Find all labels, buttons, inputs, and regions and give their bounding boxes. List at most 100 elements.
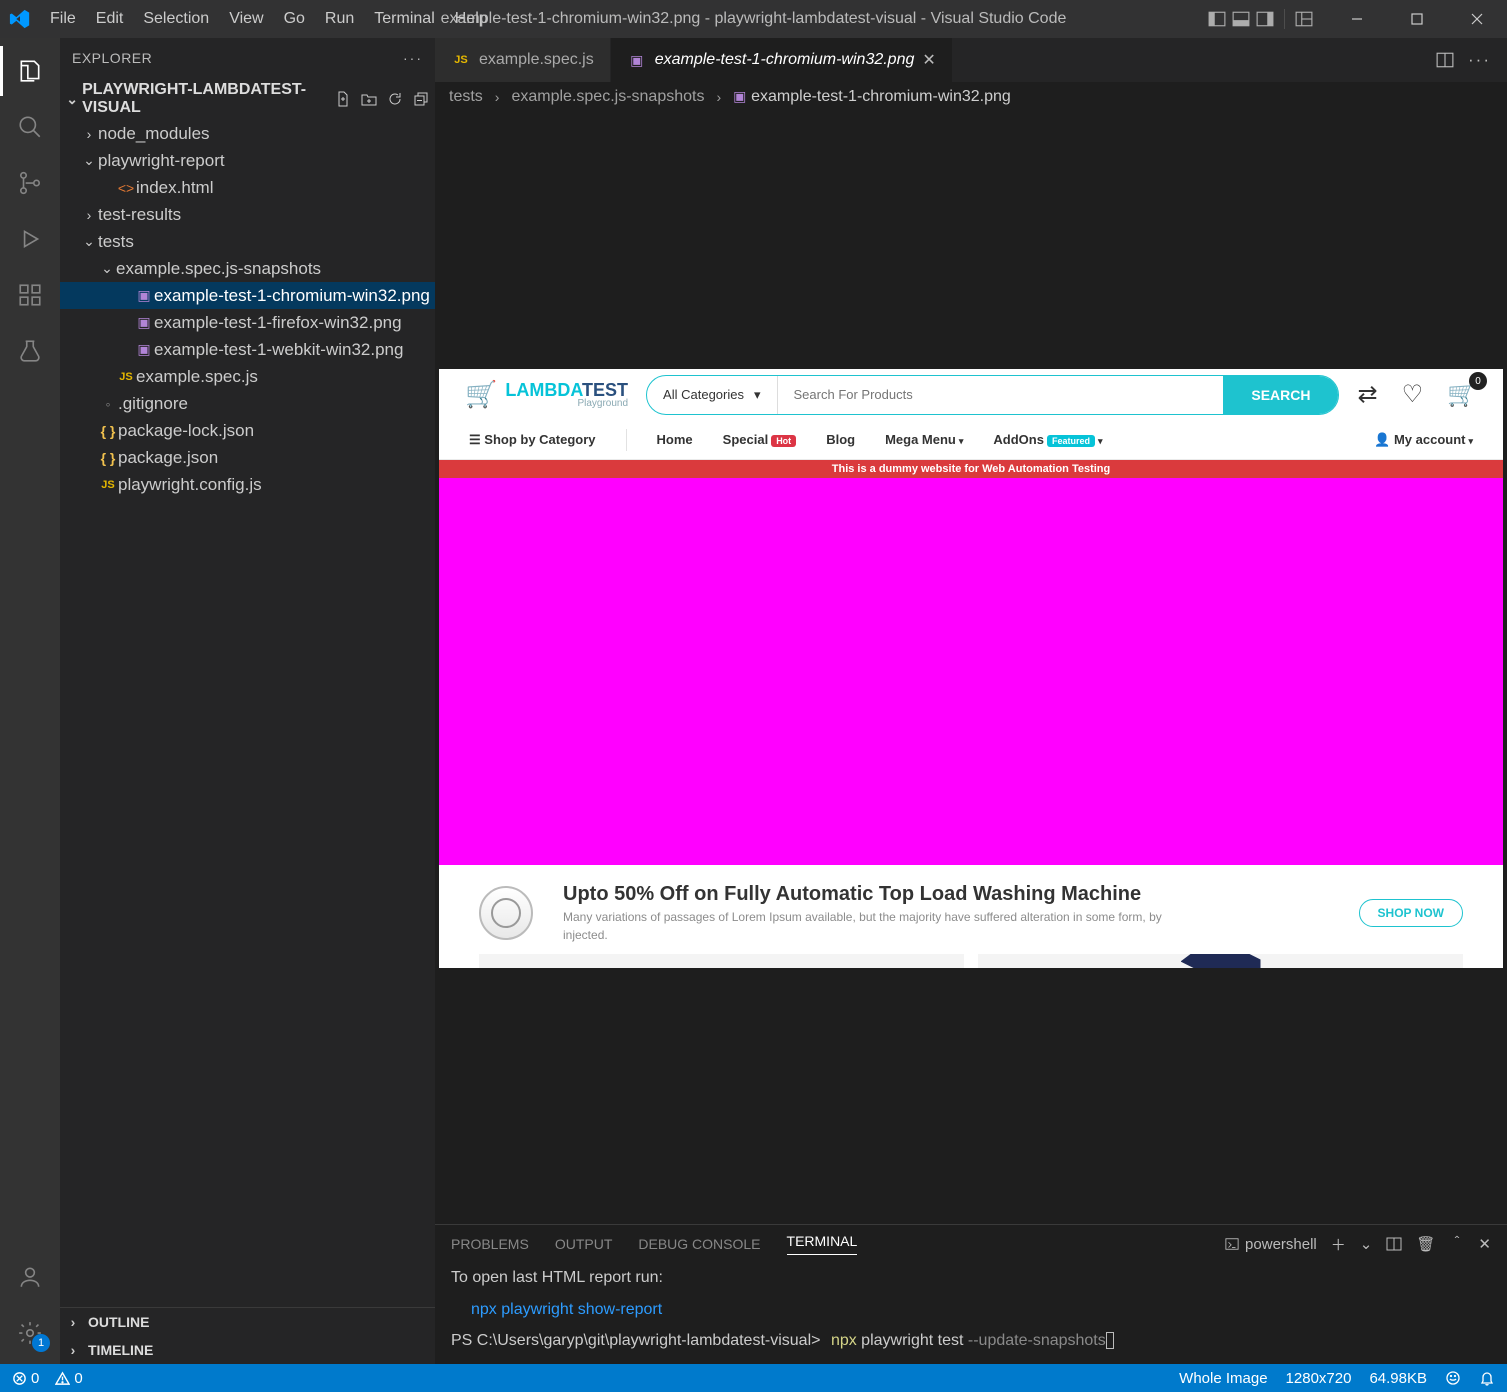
split-terminal-icon[interactable] <box>1386 1236 1402 1252</box>
layout-customize-icon[interactable] <box>1295 10 1313 28</box>
file-row[interactable]: ▣example-test-1-webkit-win32.png <box>60 336 435 363</box>
close-icon[interactable]: ✕ <box>922 50 935 70</box>
chevron-right-icon: › <box>716 89 721 105</box>
breadcrumbs[interactable]: tests › example.spec.js-snapshots › ▣exa… <box>435 82 1507 112</box>
more-actions-icon[interactable]: ··· <box>1468 50 1491 70</box>
folder-row[interactable]: ›node_modules <box>60 120 435 147</box>
kill-terminal-icon[interactable]: 🗑 <box>1416 1235 1435 1253</box>
breadcrumb-item[interactable]: example.spec.js-snapshots <box>511 88 704 106</box>
folder-name: node_modules <box>98 124 210 144</box>
status-errors[interactable]: 0 <box>12 1370 39 1387</box>
menu-selection[interactable]: Selection <box>133 10 219 28</box>
file-row[interactable]: ▣example-test-1-firefox-win32.png <box>60 309 435 336</box>
refresh-icon[interactable] <box>387 91 403 107</box>
file-tree[interactable]: ›node_modules⌄playwright-report<>index.h… <box>60 120 435 1307</box>
menu-run[interactable]: Run <box>315 10 364 28</box>
menu-edit[interactable]: Edit <box>86 10 134 28</box>
terminal-shell[interactable]: powershell <box>1225 1236 1317 1253</box>
terminal-output[interactable]: To open last HTML report run: npx playwr… <box>435 1263 1507 1364</box>
promo-title: Upto 50% Off on Fully Automatic Top Load… <box>563 883 1203 906</box>
new-file-icon[interactable] <box>335 91 351 107</box>
tab-snapshot-image[interactable]: ▣ example-test-1-chromium-win32.png ✕ <box>611 38 953 82</box>
timeline-section[interactable]: ›TIMELINE <box>60 1336 435 1364</box>
file-row[interactable]: ◦.gitignore <box>60 390 435 417</box>
folder-row[interactable]: ⌄playwright-report <box>60 147 435 174</box>
layout-sidebar-left-icon[interactable] <box>1208 10 1226 28</box>
category-select[interactable]: All Categories▾ <box>647 376 777 414</box>
new-folder-icon[interactable] <box>361 91 377 107</box>
window-maximize-icon[interactable] <box>1387 0 1447 38</box>
activity-explorer-icon[interactable] <box>0 46 60 96</box>
maximize-panel-icon[interactable]: ＾ <box>1449 1234 1464 1255</box>
nav-home[interactable]: Home <box>657 432 693 447</box>
nav-addons[interactable]: AddOnsFeatured▾ <box>993 432 1102 447</box>
chevron-down-icon: ⌄ <box>98 260 116 277</box>
image-preview-view: 🛒 LAMBDATESTPlayground All Categories▾ S… <box>435 112 1507 1224</box>
project-name: PLAYWRIGHT-LAMBDATEST-VISUAL <box>82 81 335 117</box>
chevron-down-icon: ⌄ <box>80 233 98 250</box>
outline-section[interactable]: ›OUTLINE <box>60 1308 435 1336</box>
tab-output[interactable]: OUTPUT <box>555 1236 613 1252</box>
new-terminal-icon[interactable]: ＋ <box>1331 1234 1346 1255</box>
status-whole-image[interactable]: Whole Image <box>1179 1370 1267 1387</box>
file-row[interactable]: JSexample.spec.js <box>60 363 435 390</box>
file-row[interactable]: { }package-lock.json <box>60 417 435 444</box>
file-row[interactable]: { }package.json <box>60 444 435 471</box>
cart-count: 0 <box>1469 372 1487 390</box>
activity-search-icon[interactable] <box>0 102 60 152</box>
project-header[interactable]: ⌄ PLAYWRIGHT-LAMBDATEST-VISUAL <box>60 78 435 120</box>
layout-sidebar-right-icon[interactable] <box>1256 10 1274 28</box>
activity-settings-icon[interactable]: 1 <box>0 1308 60 1358</box>
status-feedback-icon[interactable] <box>1445 1370 1461 1386</box>
chevron-down-icon: ⌄ <box>80 152 98 169</box>
menu-file[interactable]: File <box>40 10 86 28</box>
nav-special[interactable]: SpecialHot <box>723 432 797 447</box>
terminal-dropdown-icon[interactable]: ⌄ <box>1360 1235 1373 1253</box>
activity-run-debug-icon[interactable] <box>0 214 60 264</box>
settings-badge: 1 <box>32 1334 50 1352</box>
file-row[interactable]: JSplaywright.config.js <box>60 471 435 498</box>
window-minimize-icon[interactable] <box>1327 0 1387 38</box>
split-editor-icon[interactable] <box>1436 51 1454 69</box>
collapse-all-icon[interactable] <box>413 91 429 107</box>
breadcrumb-item[interactable]: ▣example-test-1-chromium-win32.png <box>733 88 1011 106</box>
layout-panel-icon[interactable] <box>1232 10 1250 28</box>
search-input[interactable] <box>778 387 1224 402</box>
activity-accounts-icon[interactable] <box>0 1252 60 1302</box>
status-file-size[interactable]: 64.98KB <box>1369 1370 1427 1387</box>
nav-shop-category[interactable]: ☰ Shop by Category <box>469 432 596 448</box>
tab-terminal[interactable]: TERMINAL <box>787 1233 858 1255</box>
wishlist-icon[interactable]: ♡ <box>1402 380 1424 409</box>
visual-diff-region <box>439 478 1503 865</box>
folder-row[interactable]: ⌄tests <box>60 228 435 255</box>
file-row[interactable]: <>index.html <box>60 174 435 201</box>
activity-testing-icon[interactable] <box>0 326 60 376</box>
menu-terminal[interactable]: Terminal <box>364 10 444 28</box>
activity-source-control-icon[interactable] <box>0 158 60 208</box>
menu-go[interactable]: Go <box>274 10 315 28</box>
nav-blog[interactable]: Blog <box>826 432 855 447</box>
cart-icon[interactable]: 🛒0 <box>1447 380 1477 409</box>
status-bell-icon[interactable] <box>1479 1370 1495 1386</box>
chevron-right-icon: › <box>80 207 98 223</box>
sidebar-more-icon[interactable]: ··· <box>403 50 423 66</box>
folder-row[interactable]: ⌄example.spec.js-snapshots <box>60 255 435 282</box>
nav-mega-menu[interactable]: Mega Menu▾ <box>885 432 963 447</box>
close-panel-icon[interactable]: ✕ <box>1478 1235 1491 1253</box>
nav-account[interactable]: 👤 My account▾ <box>1374 432 1473 448</box>
status-warnings[interactable]: 0 <box>55 1370 82 1387</box>
tab-problems[interactable]: PROBLEMS <box>451 1236 529 1252</box>
breadcrumb-item[interactable]: tests <box>449 88 483 106</box>
activity-extensions-icon[interactable] <box>0 270 60 320</box>
folder-row[interactable]: ›test-results <box>60 201 435 228</box>
file-row[interactable]: ▣example-test-1-chromium-win32.png <box>60 282 435 309</box>
search-button[interactable]: SEARCH <box>1223 376 1338 414</box>
shop-now-button[interactable]: SHOP NOW <box>1359 899 1463 927</box>
menu-view[interactable]: View <box>219 10 273 28</box>
promo-section: Upto 50% Off on Fully Automatic Top Load… <box>439 865 1503 954</box>
compare-icon[interactable]: ⇄ <box>1357 380 1377 409</box>
tab-debug-console[interactable]: DEBUG CONSOLE <box>638 1236 760 1252</box>
window-close-icon[interactable] <box>1447 0 1507 38</box>
status-dimensions[interactable]: 1280x720 <box>1286 1370 1352 1387</box>
tab-example-spec[interactable]: JS example.spec.js <box>435 38 611 82</box>
